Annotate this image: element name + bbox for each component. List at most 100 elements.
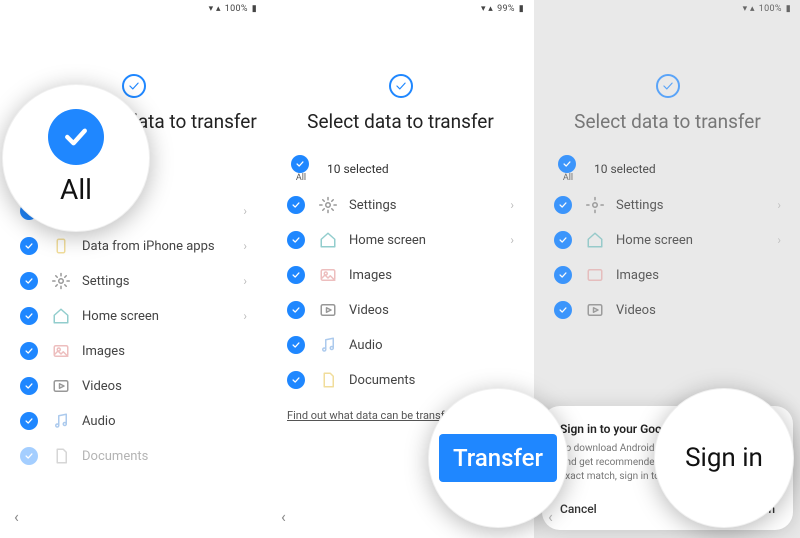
transfer-button[interactable]: Transfer xyxy=(439,434,557,482)
page-title: Select data to transfer xyxy=(534,110,800,133)
documents-icon xyxy=(319,371,337,389)
battery-text: 100% xyxy=(759,4,782,14)
item-label: Documents xyxy=(349,373,514,388)
list-item: Home screen › xyxy=(546,222,789,257)
item-label: Images xyxy=(349,268,514,283)
audio-icon xyxy=(52,412,70,430)
list-item[interactable]: Audio xyxy=(279,327,522,362)
settings-icon xyxy=(586,196,604,214)
select-all-row[interactable]: All 10 selected xyxy=(279,151,522,187)
selected-count: 10 selected xyxy=(327,162,389,176)
checkbox-checked-icon[interactable] xyxy=(287,266,305,284)
checkbox-checked-icon[interactable] xyxy=(287,371,305,389)
chevron-right-icon: › xyxy=(243,204,247,218)
chevron-right-icon: › xyxy=(510,198,514,212)
checkbox-checked-icon xyxy=(554,196,572,214)
checkbox-checked-icon[interactable] xyxy=(287,196,305,214)
checkbox-checked-icon xyxy=(554,301,572,319)
checkbox-checked-icon[interactable] xyxy=(20,342,38,360)
item-label: Videos xyxy=(616,303,781,318)
callout-select-all: All xyxy=(2,84,150,232)
list-item: Settings › xyxy=(546,187,789,222)
checkbox-checked-icon[interactable] xyxy=(287,231,305,249)
signal-icon: ▾ ▴ xyxy=(209,4,221,14)
chevron-right-icon: › xyxy=(243,309,247,323)
chevron-right-icon: › xyxy=(243,274,247,288)
battery-text: 99% xyxy=(497,4,515,14)
checkbox-checked-icon[interactable] xyxy=(20,307,38,325)
signal-icon: ▾ ▴ xyxy=(743,4,755,14)
checkbox-checked-icon[interactable] xyxy=(20,447,38,465)
status-bar: ▾ ▴ 100% ▮ xyxy=(534,0,800,18)
checkbox-checked-icon xyxy=(554,266,572,284)
item-label: Home screen xyxy=(616,233,777,248)
list-item[interactable]: Images xyxy=(279,257,522,292)
iphone-data-icon xyxy=(52,237,70,255)
videos-icon xyxy=(52,377,70,395)
home-icon xyxy=(586,231,604,249)
home-icon xyxy=(319,231,337,249)
item-label: Home screen xyxy=(82,309,243,324)
list-item[interactable]: Settings › xyxy=(279,187,522,222)
list-item[interactable]: Settings › xyxy=(12,263,255,298)
settings-icon xyxy=(52,272,70,290)
header-check-icon xyxy=(267,74,534,98)
settings-icon xyxy=(319,196,337,214)
selected-count: 10 selected xyxy=(594,162,656,176)
callout-label: All xyxy=(60,173,92,206)
item-label: Home screen xyxy=(349,233,510,248)
back-button[interactable]: ‹ xyxy=(14,507,19,526)
checkbox-checked-icon xyxy=(554,231,572,249)
documents-icon xyxy=(52,447,70,465)
checkbox-checked-icon[interactable] xyxy=(287,336,305,354)
back-button[interactable]: ‹ xyxy=(281,507,286,526)
status-bar: ▾ ▴ 100% ▮ xyxy=(0,0,267,18)
checkbox-checked-icon[interactable] xyxy=(20,412,38,430)
list-item[interactable]: Videos xyxy=(279,292,522,327)
page-title: Select data to transfer xyxy=(267,110,534,133)
battery-text: 100% xyxy=(225,4,248,14)
videos-icon xyxy=(586,301,604,319)
chevron-right-icon: › xyxy=(777,233,781,247)
cancel-button[interactable]: Cancel xyxy=(560,502,597,516)
list-item[interactable]: Data from iPhone apps › xyxy=(12,228,255,263)
data-list: All 10 selected Settings › Home screen ›… xyxy=(267,133,534,428)
back-button[interactable]: ‹ xyxy=(548,507,553,526)
checkbox-checked-icon[interactable] xyxy=(20,377,38,395)
signin-button[interactable]: Sign in xyxy=(685,443,763,473)
select-all-row: All 10 selected xyxy=(546,151,789,187)
phone-screen-1: ▾ ▴ 100% ▮ Select data to transfer Messa… xyxy=(0,0,267,538)
battery-icon: ▮ xyxy=(786,4,791,14)
list-item: Videos xyxy=(546,292,789,327)
item-label: Videos xyxy=(349,303,514,318)
data-list: All 10 selected Settings › Home screen ›… xyxy=(534,133,800,327)
checkbox-checked-icon xyxy=(558,155,576,173)
list-item[interactable]: Images xyxy=(12,333,255,368)
list-item[interactable]: Videos xyxy=(12,368,255,403)
list-item: Images xyxy=(546,257,789,292)
videos-icon xyxy=(319,301,337,319)
item-label: Videos xyxy=(82,379,247,394)
images-icon xyxy=(319,266,337,284)
item-label: Settings xyxy=(82,274,243,289)
chevron-right-icon: › xyxy=(243,239,247,253)
checkbox-checked-icon[interactable] xyxy=(287,301,305,319)
audio-icon xyxy=(319,336,337,354)
select-all-label: All xyxy=(563,173,573,183)
signal-icon: ▾ ▴ xyxy=(481,4,493,14)
checkbox-checked-icon[interactable] xyxy=(20,237,38,255)
battery-icon: ▮ xyxy=(519,4,524,14)
item-label: Images xyxy=(616,268,781,283)
checkbox-checked-icon[interactable] xyxy=(20,272,38,290)
list-item[interactable]: Documents xyxy=(12,438,255,473)
callout-transfer-button: Transfer xyxy=(428,388,568,528)
checkbox-checked-icon[interactable] xyxy=(291,155,309,173)
item-label: Images xyxy=(82,344,247,359)
list-item[interactable]: Audio xyxy=(12,403,255,438)
list-item[interactable]: Home screen › xyxy=(279,222,522,257)
images-icon xyxy=(52,342,70,360)
select-all-label: All xyxy=(296,173,306,183)
images-icon xyxy=(586,266,604,284)
status-bar: ▾ ▴ 99% ▮ xyxy=(267,0,534,18)
list-item[interactable]: Home screen › xyxy=(12,298,255,333)
